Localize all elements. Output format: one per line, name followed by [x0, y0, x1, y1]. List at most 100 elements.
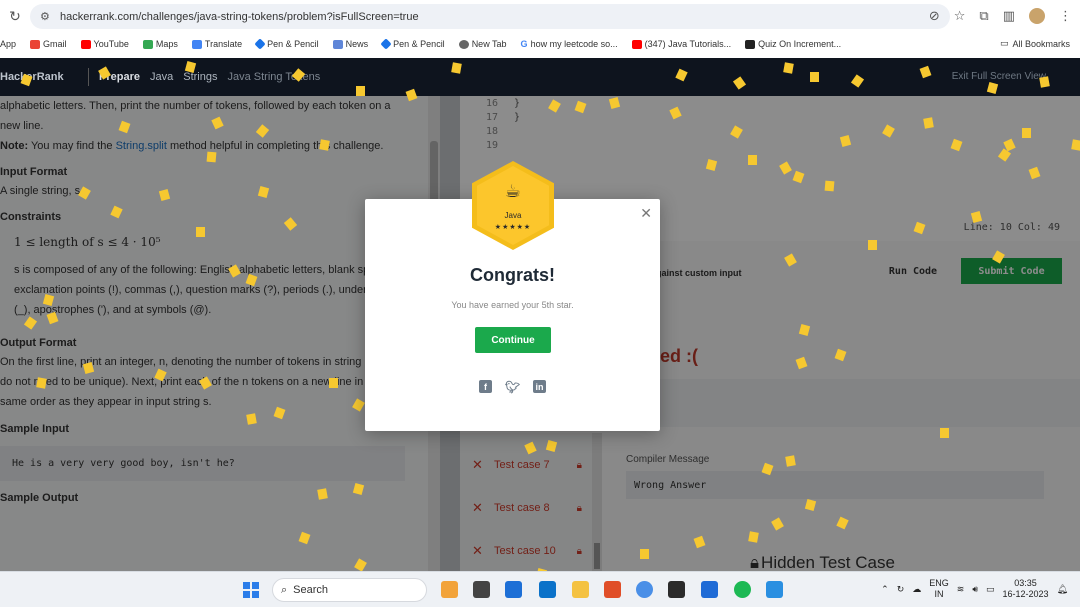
confetti-piece	[940, 428, 949, 438]
confetti-piece	[196, 227, 205, 237]
pen-icon	[380, 38, 392, 50]
folder-icon: ▭	[999, 38, 1009, 48]
language-indicator[interactable]: ENG IN	[929, 578, 949, 600]
badge-stars: ★★★★★	[494, 224, 532, 231]
breadcrumb-current: Java String Tokens	[227, 71, 321, 83]
header-divider	[88, 68, 89, 86]
bookmark-translate[interactable]: Translate	[191, 39, 242, 49]
extensions-icon[interactable]: ⧉	[979, 8, 988, 24]
confetti-piece	[748, 531, 759, 543]
confetti-piece	[329, 378, 338, 388]
continue-button[interactable]: Continue	[475, 327, 551, 353]
vscode-icon[interactable]	[766, 581, 783, 598]
sidebar-icon[interactable]: ▥	[1003, 8, 1015, 24]
facebook-icon[interactable]: f	[479, 380, 492, 393]
site-header: HackerRank Prepare Java Strings Java Str…	[0, 58, 1080, 96]
site-info-icon[interactable]: ⚙	[40, 10, 60, 23]
search-icon: ⌕	[281, 583, 288, 596]
exit-fullscreen-link[interactable]: Exit Full Screen View	[952, 71, 1046, 82]
gmail-icon	[30, 39, 41, 49]
eye-off-icon[interactable]: ⊘	[929, 8, 940, 24]
youtube-icon	[80, 39, 91, 49]
google-icon: G	[520, 39, 528, 49]
bookmark-google[interactable]: Ghow my leetcode so...	[521, 39, 618, 49]
translate-icon	[191, 39, 202, 49]
maps-icon	[142, 39, 153, 49]
chevron-up-icon[interactable]: ⌃	[881, 584, 889, 595]
sync-icon[interactable]: ↻	[897, 584, 905, 595]
bookmarks-bar: App Gmail YouTube Maps Translate Pen & P…	[0, 33, 1080, 55]
java-cup-icon: ☕︎	[504, 181, 522, 201]
volume-icon[interactable]: 🔊︎	[972, 584, 978, 595]
menu-icon[interactable]: ⋮	[1059, 8, 1072, 24]
java-star-badge: ☕︎ Java ★★★★★	[472, 161, 554, 250]
bookmark-new-tab[interactable]: New Tab	[458, 39, 507, 49]
news-icon	[332, 39, 343, 49]
notification-bell-icon[interactable]: 🔔︎	[1057, 584, 1068, 595]
close-icon[interactable]: ✕	[640, 205, 652, 222]
file-explorer-icon[interactable]	[572, 581, 589, 598]
badge-language: Java	[504, 211, 522, 220]
confetti-piece	[451, 62, 462, 74]
confetti-piece	[246, 413, 257, 425]
mail-icon[interactable]	[539, 581, 556, 598]
chrome-icon[interactable]	[636, 581, 653, 598]
confetti-piece	[1022, 128, 1031, 138]
store-icon[interactable]	[505, 581, 522, 598]
star-icon[interactable]: ☆	[954, 8, 966, 24]
confetti-piece	[317, 488, 328, 500]
breadcrumb-strings[interactable]: Strings	[183, 71, 217, 83]
share-links: f 🐦︎ in	[365, 380, 660, 394]
spotify-icon[interactable]	[734, 581, 751, 598]
confetti-piece	[824, 180, 835, 192]
confetti-piece	[923, 117, 934, 129]
confetti-piece	[783, 62, 794, 74]
clock[interactable]: 03:35 16-12-2023	[1003, 578, 1049, 600]
search-placeholder: Search	[293, 584, 329, 596]
modal-subtitle: You have earned your 5th star.	[451, 300, 574, 310]
confetti-piece	[785, 455, 796, 467]
confetti-piece	[1039, 76, 1050, 88]
bookmark-quiz[interactable]: Quiz On Increment...	[745, 39, 841, 49]
bookmark-pen-pencil[interactable]: Pen & Pencil	[254, 38, 319, 50]
profile-avatar[interactable]	[1029, 8, 1045, 24]
confetti-piece	[1071, 139, 1080, 151]
confetti-piece	[868, 240, 877, 250]
all-bookmarks[interactable]: ▭ All Bookmarks	[1000, 38, 1070, 49]
bookmark-maps[interactable]: Maps	[142, 39, 178, 49]
quiz-icon	[745, 39, 756, 49]
confetti-piece	[36, 377, 47, 389]
weather-icon[interactable]: ☁	[912, 584, 921, 595]
taskbar: ⌕ Search ⌃ ↻ ☁ ENG IN ≋ 🔊︎ ▭ 03:35 16-12-2…	[0, 571, 1080, 607]
address-bar[interactable]: ⚙ hackerrank.com/challenges/java-string-…	[30, 4, 950, 29]
windows-start-icon[interactable]	[243, 582, 259, 598]
confetti-piece	[319, 139, 330, 151]
bookmark-youtube[interactable]: YouTube	[80, 39, 129, 49]
globe-icon	[458, 39, 469, 49]
linkedin-icon[interactable]: in	[533, 380, 546, 393]
app-icon[interactable]	[701, 581, 718, 598]
modal-title: Congrats!	[470, 265, 555, 285]
confetti-piece	[810, 72, 819, 82]
bookmark-java-tutorials[interactable]: (347) Java Tutorials...	[631, 39, 731, 49]
bookmark-gmail[interactable]: Gmail	[30, 39, 67, 49]
breadcrumb-java[interactable]: Java	[150, 71, 173, 83]
wifi-icon[interactable]: ≋	[957, 584, 965, 595]
bookmark-app[interactable]: App	[0, 39, 16, 49]
bookmark-pen-pencil-2[interactable]: Pen & Pencil	[380, 38, 445, 50]
reload-icon[interactable]: ↻	[0, 8, 30, 25]
browser-toolbar: ↻ ⚙ hackerrank.com/challenges/java-strin…	[0, 0, 1080, 33]
youtube-icon	[631, 39, 642, 49]
confetti-piece	[356, 86, 365, 96]
task-view-icon[interactable]	[473, 581, 490, 598]
brave-icon[interactable]	[604, 581, 621, 598]
widgets-icon[interactable]	[441, 581, 458, 598]
intellij-icon[interactable]	[668, 581, 685, 598]
taskbar-search[interactable]: ⌕ Search	[272, 578, 427, 602]
bookmark-news[interactable]: News	[332, 39, 368, 49]
pen-icon	[254, 38, 266, 50]
twitter-icon[interactable]: 🐦︎	[505, 380, 520, 394]
hackerrank-logo[interactable]: HackerRank	[0, 71, 78, 83]
battery-icon[interactable]: ▭	[986, 584, 995, 595]
system-tray: ⌃ ↻ ☁ ENG IN ≋ 🔊︎ ▭ 03:35 16-12-2023 🔔︎	[881, 578, 1068, 600]
